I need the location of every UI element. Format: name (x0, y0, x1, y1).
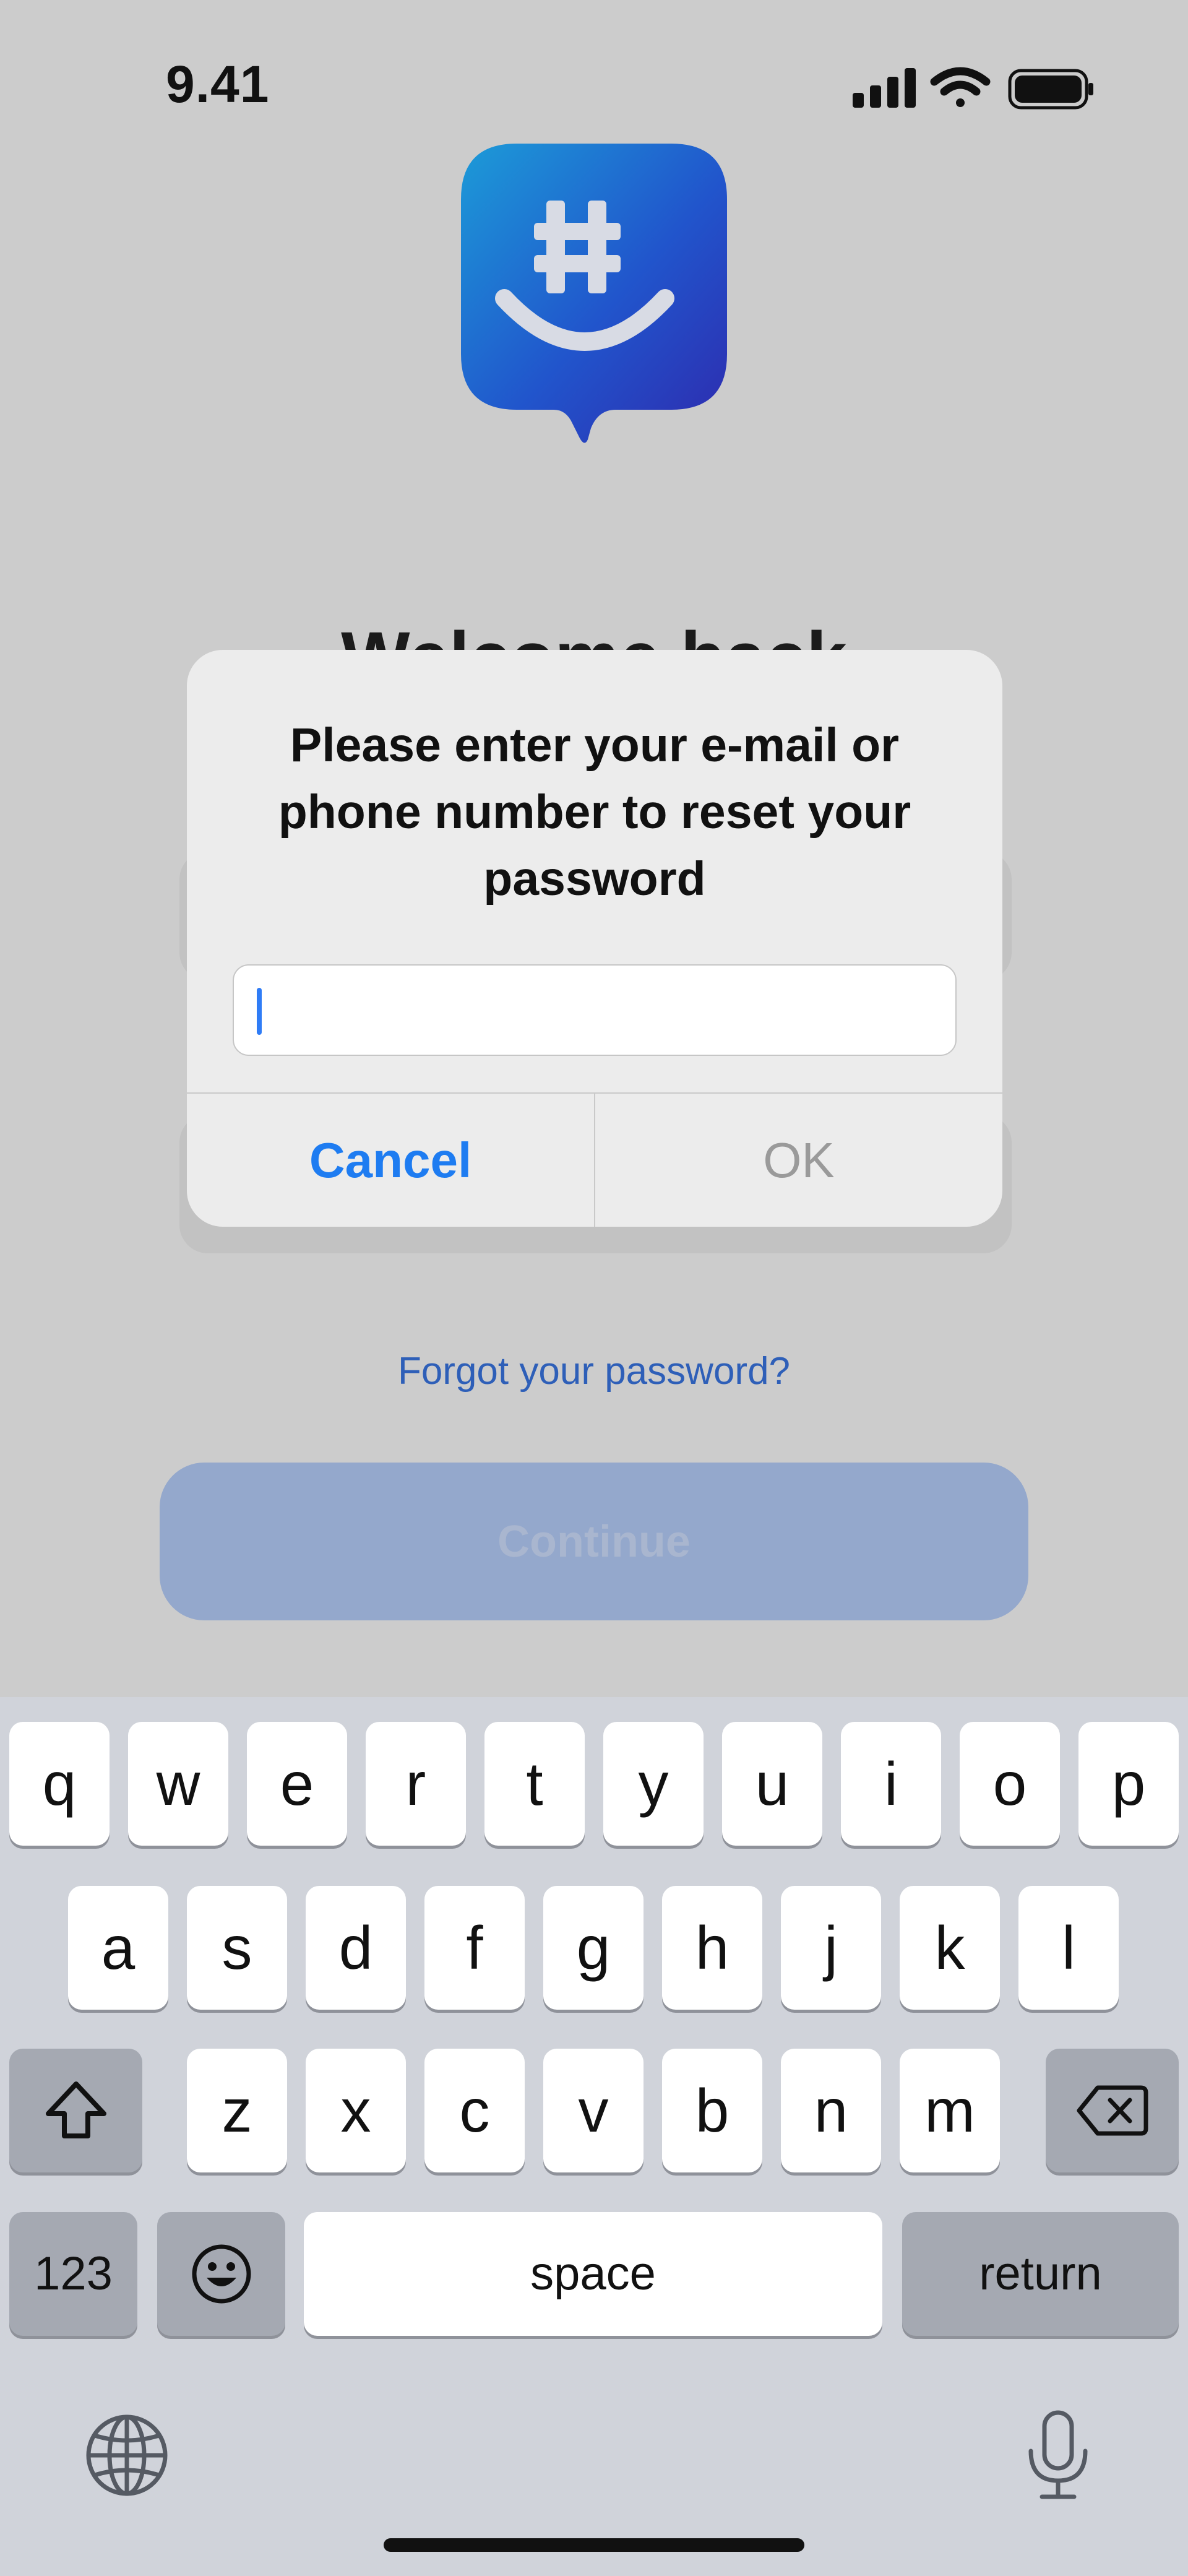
key-label: n (814, 2077, 848, 2145)
key-z[interactable]: z (187, 2049, 287, 2172)
key-f[interactable]: f (424, 1886, 525, 2010)
continue-button[interactable]: Continue (160, 1463, 1028, 1620)
microphone-icon[interactable] (1021, 2409, 1095, 2502)
key-label: w (156, 1750, 200, 1818)
key-label: h (695, 1914, 730, 1982)
key-b[interactable]: b (662, 2049, 762, 2172)
key-c[interactable]: c (424, 2049, 525, 2172)
status-icons (848, 61, 1095, 116)
key-label: z (222, 2077, 252, 2145)
email-or-phone-input[interactable] (233, 964, 957, 1056)
forgot-password-link[interactable]: Forgot your password? (0, 1349, 1188, 1393)
wifi-icon (930, 67, 991, 107)
backspace-key[interactable] (1046, 2049, 1179, 2172)
home-indicator (384, 2538, 804, 2552)
key-label: o (992, 1750, 1027, 1818)
key-a[interactable]: a (68, 1886, 168, 2010)
key-label: m (924, 2077, 975, 2145)
backspace-icon (1077, 2085, 1148, 2136)
emoji-key[interactable] (157, 2212, 285, 2336)
app-logo-icon (461, 144, 727, 453)
key-w[interactable]: w (128, 1722, 228, 1846)
reset-password-alert: Please enter your e-mail or phone number… (187, 650, 1002, 1227)
key-n[interactable]: n (781, 2049, 881, 2172)
key-u[interactable]: u (722, 1722, 822, 1846)
shift-icon (45, 2081, 106, 2138)
emoji-icon (192, 2244, 251, 2304)
alert-title: Please enter your e-mail or phone number… (278, 719, 911, 905)
cancel-button[interactable]: Cancel (187, 1094, 594, 1227)
key-label: q (42, 1750, 77, 1818)
status-time: 9.41 (166, 55, 270, 113)
key-j[interactable]: j (781, 1886, 881, 2010)
key-r[interactable]: r (366, 1722, 466, 1846)
key-label: return (979, 2247, 1102, 2300)
key-label: s (222, 1914, 252, 1982)
ok-button[interactable]: OK (595, 1094, 1002, 1227)
key-v[interactable]: v (543, 2049, 644, 2172)
cellular-signal-icon (853, 68, 916, 108)
key-q[interactable]: q (9, 1722, 110, 1846)
key-i[interactable]: i (841, 1722, 941, 1846)
return-key[interactable]: return (902, 2212, 1179, 2336)
key-label: j (824, 1914, 838, 1982)
space-key[interactable]: space (304, 2212, 882, 2336)
key-t[interactable]: t (484, 1722, 585, 1846)
key-label: space (530, 2247, 656, 2300)
key-o[interactable]: o (960, 1722, 1060, 1846)
key-p[interactable]: p (1078, 1722, 1179, 1846)
key-g[interactable]: g (543, 1886, 644, 2010)
key-label: c (459, 2077, 490, 2145)
key-x[interactable]: x (306, 2049, 406, 2172)
numbers-key[interactable]: 123 (9, 2212, 137, 2336)
key-label: t (526, 1750, 543, 1818)
continue-button-label: Continue (497, 1516, 691, 1567)
shift-key[interactable] (9, 2049, 142, 2172)
key-label: a (101, 1914, 136, 1982)
keyboard: q w e r t y u i o p a s d f g h j k l z … (0, 1697, 1188, 2576)
key-label: u (755, 1750, 790, 1818)
key-e[interactable]: e (247, 1722, 347, 1846)
key-m[interactable]: m (900, 2049, 1000, 2172)
key-l[interactable]: l (1018, 1886, 1119, 2010)
key-label: f (466, 1914, 483, 1982)
key-label: y (638, 1750, 669, 1818)
key-y[interactable]: y (603, 1722, 704, 1846)
key-label: p (1111, 1750, 1146, 1818)
text-caret (257, 988, 262, 1035)
key-label: b (695, 2077, 730, 2145)
key-label: d (338, 1914, 373, 1982)
key-label: e (280, 1750, 314, 1818)
key-label: v (578, 2077, 609, 2145)
key-label: g (576, 1914, 611, 1982)
battery-icon (1008, 69, 1093, 110)
key-k[interactable]: k (900, 1886, 1000, 2010)
key-label: i (884, 1750, 898, 1818)
globe-icon[interactable] (84, 2412, 170, 2499)
key-label: k (934, 1914, 965, 1982)
key-d[interactable]: d (306, 1886, 406, 2010)
key-label: r (405, 1750, 426, 1818)
key-h[interactable]: h (662, 1886, 762, 2010)
key-label: 123 (34, 2247, 113, 2300)
key-s[interactable]: s (187, 1886, 287, 2010)
key-label: x (340, 2077, 371, 2145)
key-label: l (1062, 1914, 1075, 1982)
